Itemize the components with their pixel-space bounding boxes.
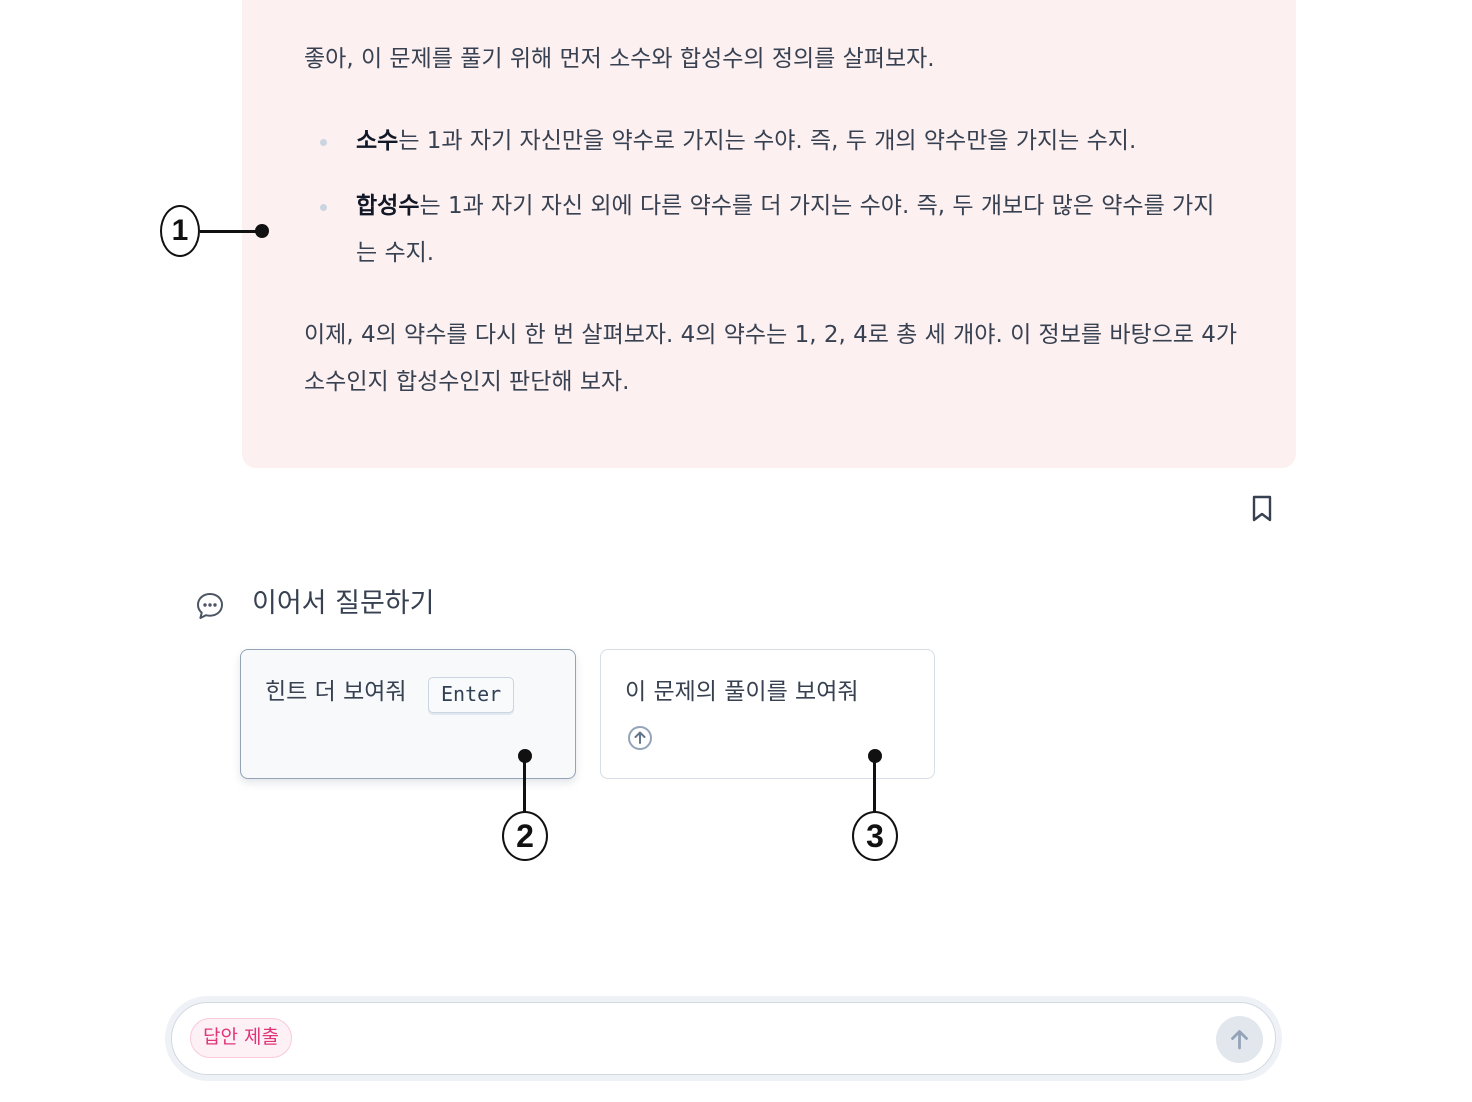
page: 좋아, 이 문제를 풀기 위해 먼저 소수와 합성수의 정의를 살펴보자. 소수… xyxy=(0,0,1472,1102)
bookmark-icon xyxy=(1252,495,1272,522)
followup-title: 이어서 질문하기 xyxy=(252,588,435,619)
definition-composite: 는 1과 자기 자신 외에 다른 약수를 더 가지는 수야. 즉, 두 개보다 … xyxy=(356,193,1215,266)
annotation-dot-2 xyxy=(518,749,532,763)
annotation-marker-2: 2 xyxy=(502,811,548,861)
annotation-dot-1 xyxy=(255,224,269,238)
composer: 답안 제출 xyxy=(171,1002,1276,1075)
bullet-dot xyxy=(320,204,327,211)
enter-shortcut-badge: Enter xyxy=(428,677,515,713)
suggestion-label: 이 문제의 풀이를 보여줘 xyxy=(625,679,859,705)
definition-prime: 는 1과 자기 자신만을 약수로 가지는 수야. 즉, 두 개의 약수만을 가지… xyxy=(398,128,1137,154)
suggestion-label: 힌트 더 보여줘 xyxy=(265,679,407,705)
list-item-prime: 소수는 1과 자기 자신만을 약수로 가지는 수야. 즉, 두 개의 약수만을 … xyxy=(304,118,1224,165)
bookmark-button[interactable] xyxy=(1248,494,1276,524)
annotation-marker-1: 1 xyxy=(160,205,200,257)
message-conclusion: 이제, 4의 약수를 다시 한 번 살펴보자. 4의 약수는 1, 2, 4로 … xyxy=(304,322,1238,395)
definition-list: 소수는 1과 자기 자신만을 약수로 가지는 수야. 즉, 두 개의 약수만을 … xyxy=(304,118,1224,295)
arrow-up-icon xyxy=(1231,1030,1248,1050)
send-button[interactable] xyxy=(1216,1016,1263,1063)
submit-answer-chip[interactable]: 답안 제출 xyxy=(190,1018,292,1058)
term-prime: 소수 xyxy=(356,128,399,154)
annotation-line-2 xyxy=(523,757,526,812)
arrow-up-circle-icon xyxy=(628,726,652,750)
list-item-composite: 합성수는 1과 자기 자신 외에 다른 약수를 더 가지는 수야. 즉, 두 개… xyxy=(304,183,1224,277)
message-intro: 좋아, 이 문제를 풀기 위해 먼저 소수와 합성수의 정의를 살펴보자. xyxy=(304,46,935,72)
bullet-dot xyxy=(320,139,327,146)
annotation-dot-3 xyxy=(868,749,882,763)
message-input[interactable] xyxy=(302,1019,1206,1061)
suggestion-show-solution[interactable]: 이 문제의 풀이를 보여줘 xyxy=(600,649,935,779)
chat-bubble-icon xyxy=(197,593,223,619)
term-composite: 합성수 xyxy=(356,193,420,219)
annotation-line-1 xyxy=(200,230,262,233)
annotation-marker-3: 3 xyxy=(852,811,898,861)
annotation-line-3 xyxy=(873,757,876,812)
